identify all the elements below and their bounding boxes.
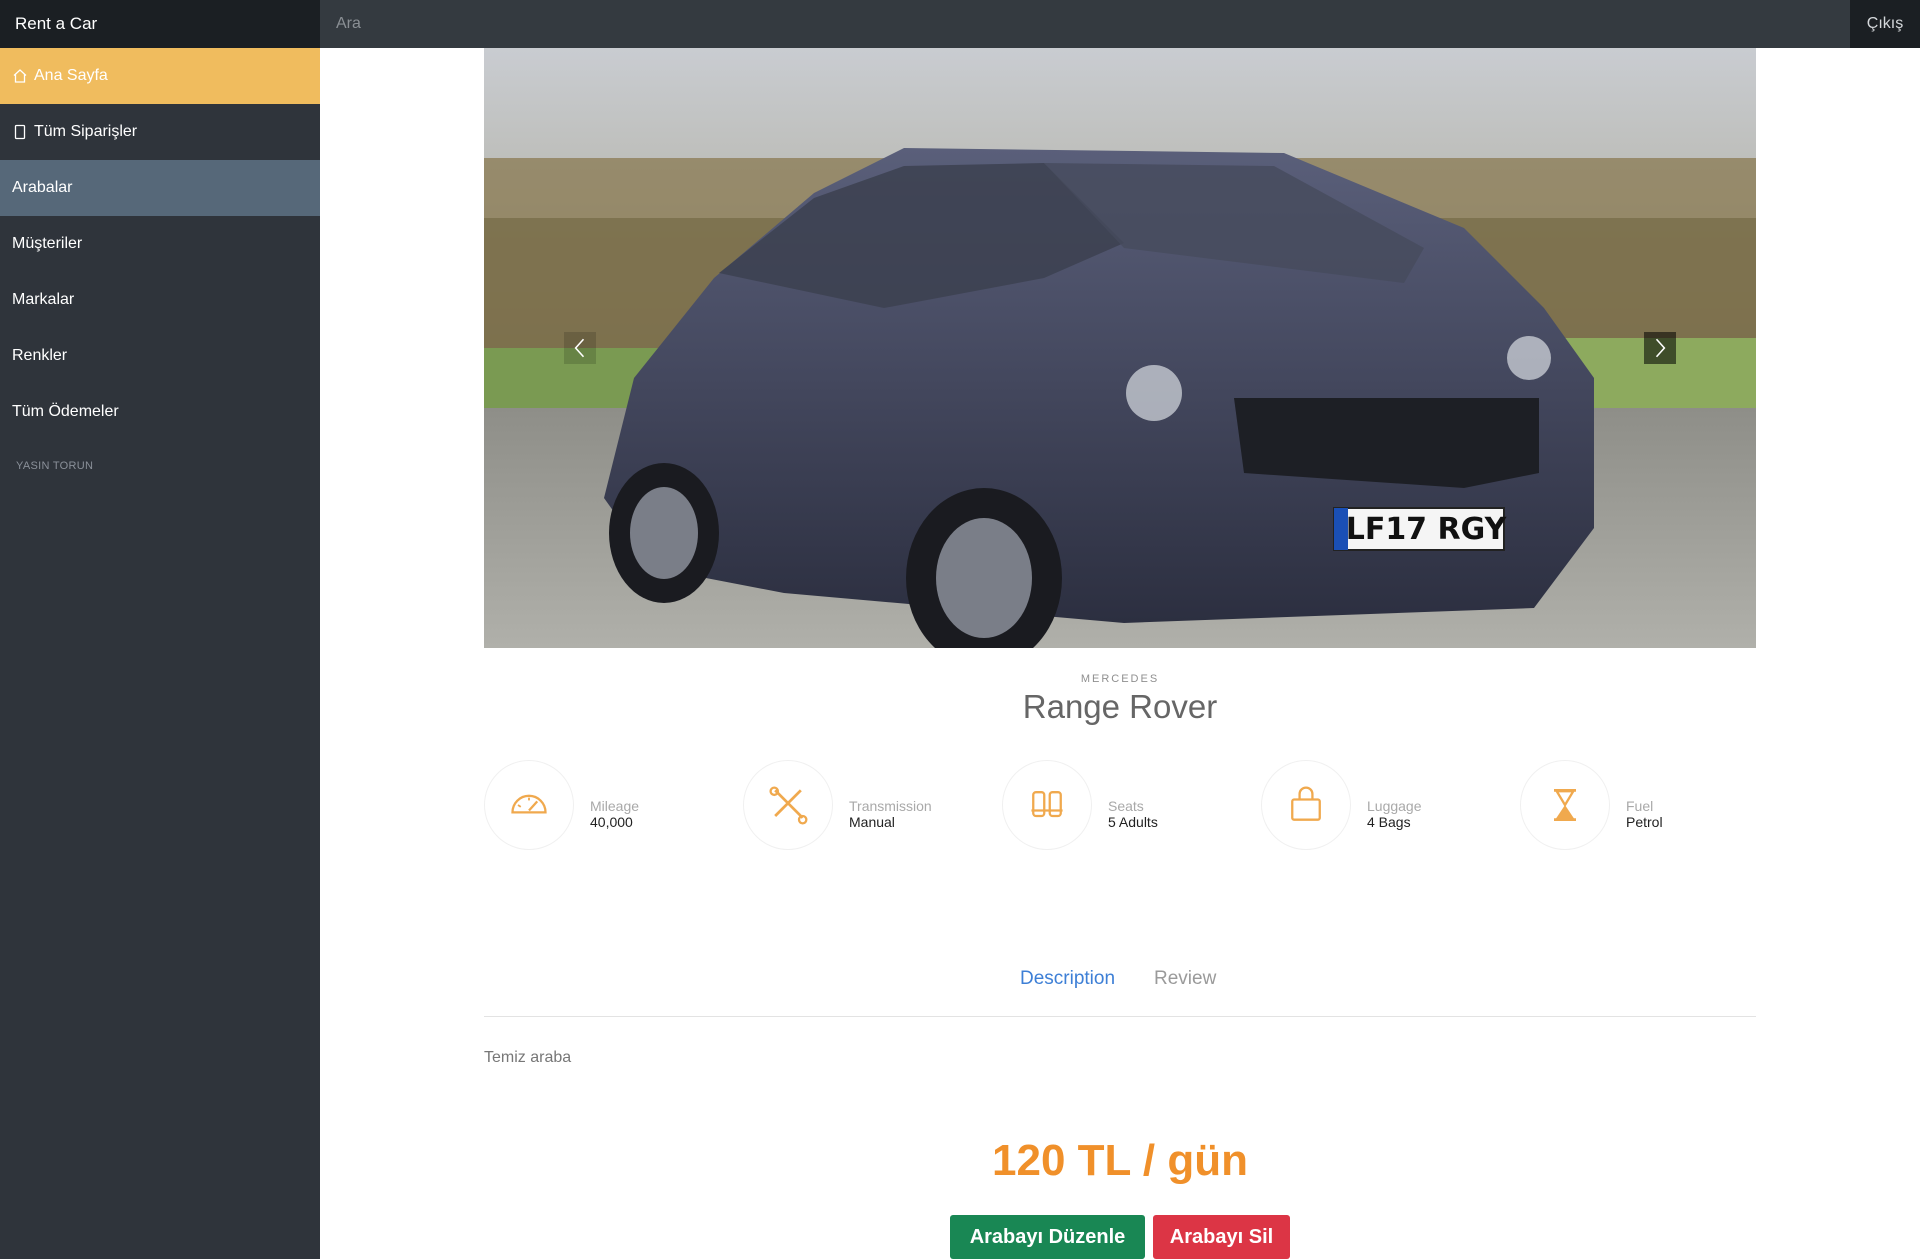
detail-tabs: Description Review (484, 938, 1756, 1017)
feature-transmission: Transmission Manual (743, 760, 983, 852)
carousel-next-button[interactable] (1644, 332, 1676, 364)
feature-value: 40,000 (590, 814, 633, 830)
car-model-title: Range Rover (1022, 688, 1218, 725)
sidebar-item-orders[interactable]: Tüm Siparişler (0, 104, 320, 160)
app-brand[interactable]: Rent a Car (0, 0, 320, 48)
sidebar-item-label: Tüm Ödemeler (12, 403, 119, 420)
car-image-carousel: LF17 RGY (484, 48, 1756, 648)
sidebar-footer-author: YASIN TORUN (16, 460, 94, 472)
feature-label: Seats (1108, 798, 1144, 814)
feature-value: Petrol (1626, 814, 1663, 830)
feature-value: 5 Adults (1108, 814, 1158, 830)
chevron-right-icon (1655, 338, 1666, 358)
hourglass-icon (1554, 788, 1576, 822)
feature-luggage: Luggage 4 Bags (1261, 760, 1501, 852)
sidebar: Ana Sayfa Tüm Siparişler Arabalar Müşter… (0, 48, 320, 1259)
top-navbar: Rent a Car Çıkış (0, 0, 1920, 48)
edit-car-button[interactable]: Arabayı Düzenle (950, 1215, 1145, 1259)
license-plate: LF17 RGY (1346, 512, 1508, 547)
car-brand: MERCEDES (1080, 673, 1160, 685)
feature-value: 4 Bags (1367, 814, 1411, 830)
car-description-text: Temiz araba (484, 1049, 572, 1066)
carousel-prev-button[interactable] (564, 332, 596, 364)
tab-review[interactable]: Review (1154, 968, 1216, 990)
feature-label: Mileage (590, 798, 640, 814)
sidebar-item-brands[interactable]: Markalar (0, 272, 320, 328)
feature-value: Manual (849, 814, 895, 830)
sidebar-item-label: Arabalar (12, 179, 73, 196)
sidebar-item-label: Tüm Siparişler (34, 123, 138, 140)
car-actions: Arabayı Düzenle Arabayı Sil (484, 1215, 1756, 1259)
sidebar-item-label: Ana Sayfa (34, 67, 108, 84)
feature-fuel: Fuel Petrol (1520, 760, 1760, 852)
bag-icon (1291, 786, 1321, 821)
main-content: LF17 RGY MERCEDES Range Rover Mileage 40… (320, 48, 1920, 1259)
feature-mileage: Mileage 40,000 (484, 760, 724, 852)
sidebar-item-payments[interactable]: Tüm Ödemeler (0, 384, 320, 440)
sidebar-item-label: Markalar (12, 291, 75, 308)
chevron-left-icon (574, 338, 585, 358)
wrench-screwdriver-icon (769, 786, 808, 825)
feature-seats: Seats 5 Adults (1002, 760, 1242, 852)
daily-price: 120 TL / gün (992, 1136, 1248, 1185)
sidebar-item-label: Müşteriler (12, 235, 83, 252)
phone-icon (14, 124, 26, 140)
sidebar-item-home[interactable]: Ana Sayfa (0, 48, 320, 104)
feature-label: Luggage (1367, 798, 1422, 814)
sidebar-item-colors[interactable]: Renkler (0, 328, 320, 384)
sidebar-item-label: Renkler (12, 347, 68, 364)
logout-button[interactable]: Çıkış (1850, 0, 1920, 48)
car-features: Mileage 40,000 Transmission Manual Seats… (484, 760, 1756, 852)
speedometer-icon (511, 794, 547, 814)
delete-car-button[interactable]: Arabayı Sil (1153, 1215, 1290, 1259)
feature-label: Transmission (849, 798, 932, 814)
search-input[interactable] (320, 0, 1850, 48)
car-seat-icon (1031, 791, 1063, 818)
home-icon (13, 69, 27, 83)
car-photo: LF17 RGY (484, 48, 1756, 648)
tab-description[interactable]: Description (1020, 968, 1115, 990)
feature-label: Fuel (1626, 798, 1654, 814)
sidebar-item-customers[interactable]: Müşteriler (0, 216, 320, 272)
sidebar-item-cars[interactable]: Arabalar (0, 160, 320, 216)
